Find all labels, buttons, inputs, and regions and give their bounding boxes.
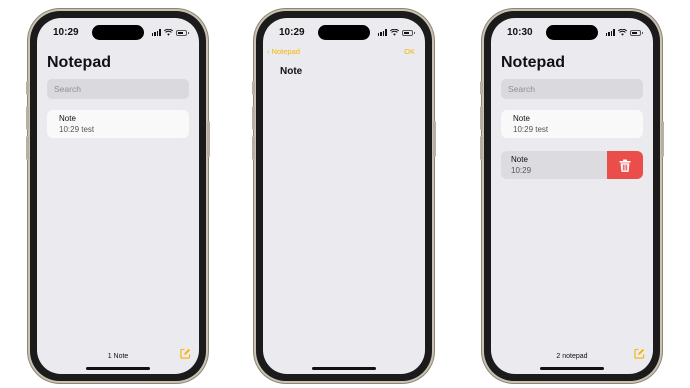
- volume-down-button: [252, 136, 255, 160]
- dynamic-island: [318, 25, 370, 40]
- back-button[interactable]: ‹ Notepad: [267, 47, 300, 56]
- screen: 10:30 Notepad Search Note 10:29 test Not…: [491, 18, 653, 374]
- trash-icon: [619, 159, 631, 172]
- phone-swipe-delete: 10:30 Notepad Search Note 10:29 test Not…: [480, 11, 664, 381]
- power-button: [433, 121, 436, 157]
- action-button: [26, 81, 29, 95]
- note-title-field[interactable]: Note: [280, 66, 302, 77]
- delete-button[interactable]: [607, 151, 643, 179]
- note-subtitle: 10:29 test: [59, 125, 95, 134]
- action-button: [252, 81, 255, 95]
- search-input[interactable]: Search: [501, 79, 643, 99]
- note-subtitle: 10:29 test: [513, 125, 549, 134]
- battery-icon: [630, 29, 643, 36]
- phone-note-editor: 10:29 ‹ Notepad OK Note: [252, 11, 436, 381]
- note-count: 1 Note: [107, 353, 129, 360]
- note-subtitle: 10:29: [511, 166, 532, 175]
- status-time: 10:30: [507, 27, 533, 38]
- wifi-icon: [164, 29, 173, 36]
- page-title: Notepad: [501, 54, 565, 71]
- power-button: [661, 121, 664, 157]
- cellular-signal-icon: [377, 29, 387, 36]
- note-list-item[interactable]: Note 10:29 test: [47, 110, 189, 138]
- home-indicator: [86, 367, 150, 370]
- back-label: Notepad: [271, 47, 300, 56]
- phone-notes-list: 10:29 Notepad Search Note 10:29 test 1 N…: [26, 11, 210, 381]
- status-time: 10:29: [279, 27, 305, 38]
- volume-down-button: [26, 136, 29, 160]
- note-title: Note: [59, 114, 76, 123]
- battery-icon: [402, 29, 415, 36]
- note-count: 2 notepad: [556, 353, 588, 360]
- status-time: 10:29: [53, 27, 79, 38]
- battery-icon: [176, 29, 189, 36]
- compose-icon[interactable]: [180, 348, 191, 359]
- screen: 10:29 ‹ Notepad OK Note: [263, 18, 425, 374]
- compose-icon[interactable]: [634, 348, 645, 359]
- chevron-left-icon: ‹: [267, 47, 270, 56]
- cellular-signal-icon: [605, 29, 615, 36]
- wifi-icon: [618, 29, 627, 36]
- screen: 10:29 Notepad Search Note 10:29 test 1 N…: [37, 18, 199, 374]
- note-list-item-content[interactable]: Note 10:29: [501, 151, 607, 179]
- note-title: Note: [511, 155, 528, 164]
- home-indicator: [312, 367, 376, 370]
- ok-button[interactable]: OK: [404, 47, 415, 56]
- dynamic-island: [92, 25, 144, 40]
- home-indicator: [540, 367, 604, 370]
- volume-down-button: [480, 136, 483, 160]
- action-button: [480, 81, 483, 95]
- note-title: Note: [513, 114, 530, 123]
- status-icons: [377, 29, 415, 36]
- power-button: [207, 121, 210, 157]
- status-icons: [605, 29, 643, 36]
- volume-up-button: [252, 106, 255, 130]
- note-list-item-swiped[interactable]: Note 10:29: [501, 151, 643, 179]
- status-icons: [151, 29, 189, 36]
- volume-up-button: [480, 106, 483, 130]
- cellular-signal-icon: [151, 29, 161, 36]
- volume-up-button: [26, 106, 29, 130]
- search-input[interactable]: Search: [47, 79, 189, 99]
- wifi-icon: [390, 29, 399, 36]
- page-title: Notepad: [47, 54, 111, 71]
- dynamic-island: [546, 25, 598, 40]
- note-list-item[interactable]: Note 10:29 test: [501, 110, 643, 138]
